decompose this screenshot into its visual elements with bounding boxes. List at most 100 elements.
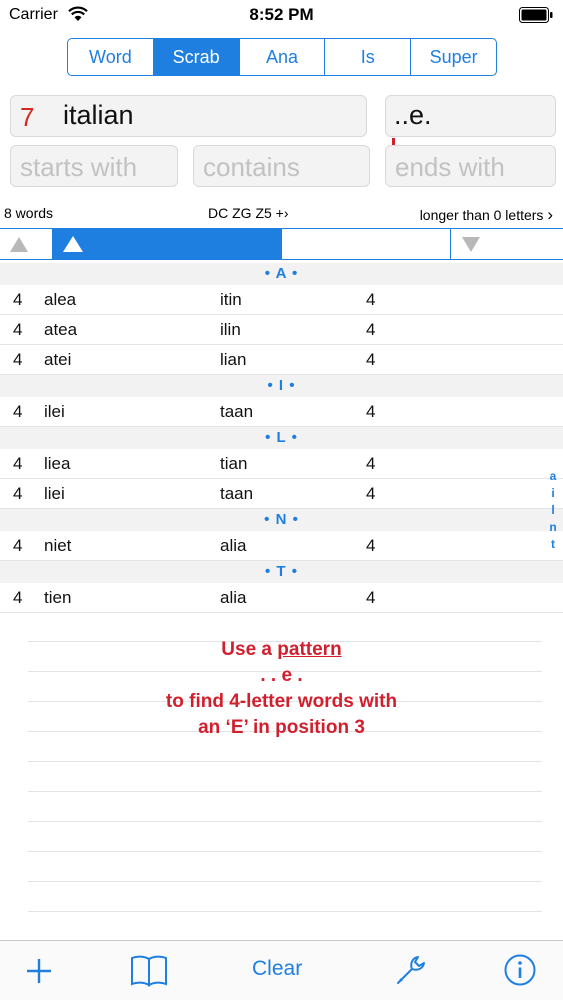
word-length: 4 <box>13 290 23 309</box>
sort-divider <box>52 229 53 259</box>
word: alea <box>44 290 77 309</box>
section-header-n: • N • <box>0 509 563 531</box>
empty-row-line <box>28 881 542 882</box>
tab-ana[interactable]: Ana <box>240 39 326 75</box>
word: atei <box>44 350 72 369</box>
table-row[interactable]: 4 liea tian 4 <box>0 449 563 479</box>
hint-pattern-word: pattern <box>277 639 342 660</box>
word: atea <box>44 320 78 339</box>
letter-count: 7 <box>20 102 35 132</box>
remaining-length: 4 <box>366 454 376 473</box>
remaining-letters: alia <box>220 588 247 607</box>
index-letter[interactable]: l <box>546 502 560 519</box>
remaining-length: 4 <box>366 484 376 503</box>
remaining-letters: taan <box>220 484 254 503</box>
sort-active-column[interactable] <box>52 229 282 259</box>
length-filter[interactable]: longer than 0 letters › <box>420 205 553 225</box>
remaining-letters: lian <box>220 350 247 369</box>
tab-is[interactable]: Is <box>325 39 412 75</box>
clock: 8:52 PM <box>249 5 314 24</box>
mode-segmented-control: Word Scrab Ana Is Super <box>67 38 497 76</box>
section-header-i: • I • <box>0 375 563 397</box>
starts-with-input[interactable]: starts with <box>10 145 178 187</box>
remaining-letters: ilin <box>220 320 241 339</box>
letters-value: italian <box>63 100 134 130</box>
word: niet <box>44 536 72 555</box>
wrench-icon[interactable] <box>394 953 428 987</box>
word-list: • A • 4 alea itin 4 4 atea ilin 4 4 atei lian 4 •… <box>0 263 563 613</box>
ends-with-placeholder: ends with <box>395 152 505 182</box>
word: ilei <box>44 402 65 421</box>
tab-super[interactable]: Super <box>411 39 496 75</box>
contains-placeholder: contains <box>203 152 300 182</box>
index-letter[interactable]: t <box>546 536 560 553</box>
empty-row-line <box>28 761 542 762</box>
word: liei <box>44 484 65 503</box>
sort-bar <box>0 228 563 260</box>
remaining-length: 4 <box>366 588 376 607</box>
sort-word-up-icon[interactable] <box>63 236 83 252</box>
starts-with-placeholder: starts with <box>20 152 138 182</box>
remaining-length: 4 <box>366 350 376 369</box>
status-bar: Carrier 8:52 PM <box>0 0 563 30</box>
empty-row-line <box>28 821 542 822</box>
remaining-letters: tian <box>220 454 248 473</box>
index-letter[interactable]: n <box>546 519 560 536</box>
ends-with-input[interactable]: ends with <box>385 145 556 187</box>
tab-word[interactable]: Word <box>68 39 154 75</box>
word: tien <box>44 588 72 607</box>
remaining-letters: alia <box>220 536 247 555</box>
table-row[interactable]: 4 liei taan 4 <box>0 479 563 509</box>
section-index[interactable]: a i l n t <box>546 468 560 553</box>
word-length: 4 <box>13 454 23 473</box>
table-row[interactable]: 4 alea itin 4 <box>0 285 563 315</box>
pattern-hint: Use a pattern . . e . to find 4-letter w… <box>0 637 563 741</box>
length-filter-label: longer than 0 letters <box>419 207 544 223</box>
add-icon[interactable] <box>25 957 53 985</box>
word-length: 4 <box>13 402 23 421</box>
remaining-length: 4 <box>366 536 376 555</box>
remaining-length: 4 <box>366 290 376 309</box>
remaining-length: 4 <box>366 402 376 421</box>
contains-input[interactable]: contains <box>193 145 370 187</box>
hint-line3: to find 4-letter words with <box>165 691 398 712</box>
word-length: 4 <box>13 484 23 503</box>
word-length: 4 <box>13 320 23 339</box>
table-row[interactable]: 4 ilei taan 4 <box>0 397 563 427</box>
chevron-right-icon: › <box>283 205 289 221</box>
hint-pattern-example: . . e . <box>260 665 303 686</box>
section-header-a: • A • <box>0 263 563 285</box>
empty-row-line <box>28 851 542 852</box>
empty-row-line <box>28 791 542 792</box>
table-row[interactable]: 4 tien alia 4 <box>0 583 563 613</box>
remaining-letters: itin <box>220 290 242 309</box>
hint-line4: an ‘E’ in position 3 <box>198 717 365 738</box>
word-length: 4 <box>13 588 23 607</box>
book-icon[interactable] <box>130 953 168 987</box>
sort-remaining-down-icon[interactable] <box>462 237 480 252</box>
remaining-letters: taan <box>220 402 254 421</box>
pattern-input[interactable]: ..e. <box>385 95 556 137</box>
dictionary-selector[interactable]: DC ZG Z5 +› <box>208 205 289 221</box>
table-row[interactable]: 4 atea ilin 4 <box>0 315 563 345</box>
word-length: 4 <box>13 350 23 369</box>
index-letter[interactable]: i <box>546 485 560 502</box>
sort-divider <box>450 229 451 259</box>
chevron-right-icon: › <box>547 205 553 224</box>
word-length: 4 <box>13 536 23 555</box>
sort-length-up-icon[interactable] <box>10 237 28 252</box>
table-row[interactable]: 4 niet alia 4 <box>0 531 563 561</box>
info-icon[interactable] <box>503 953 537 987</box>
section-header-l: • L • <box>0 427 563 449</box>
letters-input[interactable]: 7 italian <box>10 95 367 137</box>
clear-button[interactable]: Clear <box>252 957 302 981</box>
word: liea <box>44 454 71 473</box>
dictionary-label: DC ZG Z5 + <box>208 205 284 221</box>
bottom-toolbar: Clear <box>0 940 563 1000</box>
table-row[interactable]: 4 atei lian 4 <box>0 345 563 375</box>
tab-scrab[interactable]: Scrab <box>153 39 240 75</box>
remaining-length: 4 <box>366 320 376 339</box>
index-letter[interactable]: a <box>546 468 560 485</box>
info-bar: 8 words DC ZG Z5 +› longer than 0 letter… <box>0 203 563 225</box>
empty-row-line <box>28 911 542 912</box>
